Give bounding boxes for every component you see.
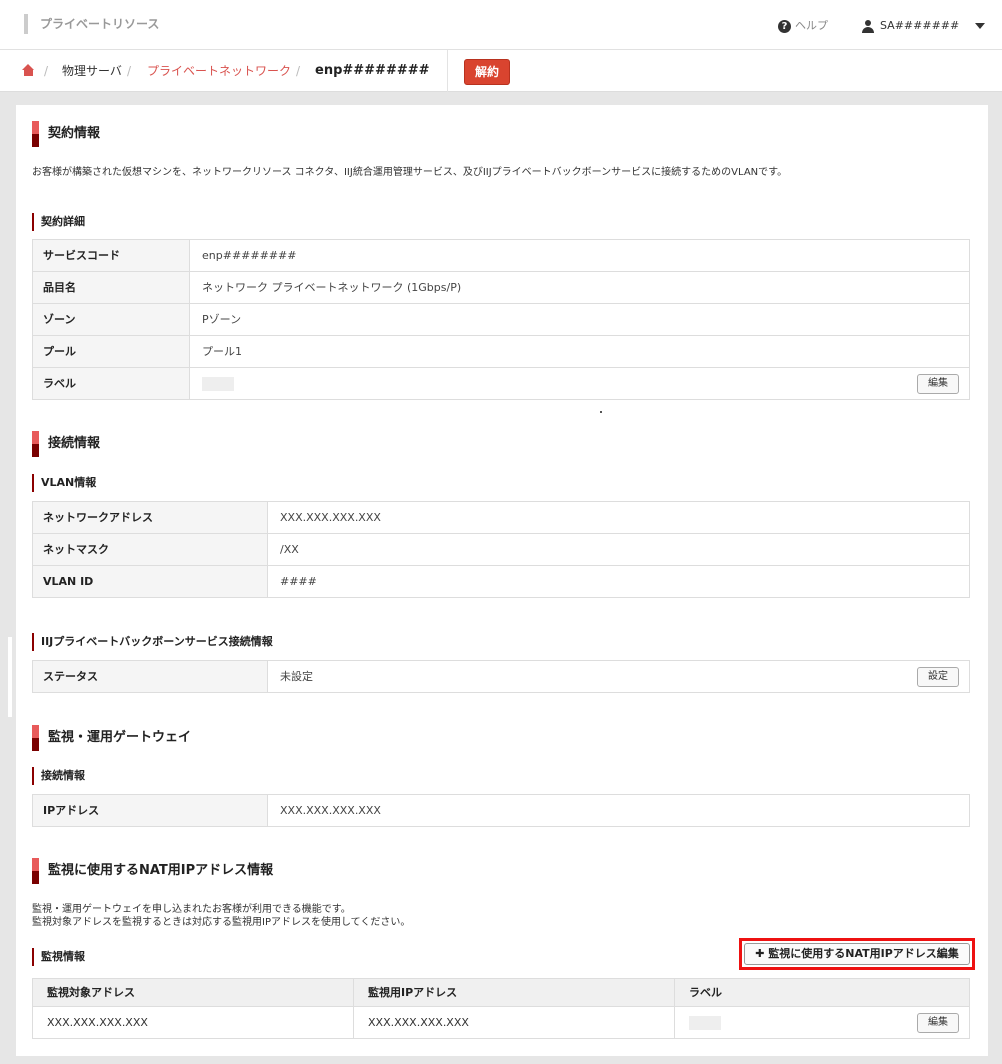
row-label: プール	[33, 336, 190, 367]
column-header: ラベル	[689, 986, 722, 999]
column-header: 監視用IPアドレス	[354, 979, 675, 1006]
row-value	[190, 368, 234, 399]
row-value: プール1	[202, 345, 242, 358]
monitor-target-address: XXX.XXX.XXX.XXX	[33, 1007, 354, 1038]
nat-edit-label: 監視に使用するNAT用IPアドレス編集	[768, 947, 959, 960]
plus-icon: ✚	[755, 947, 769, 960]
breadcrumb-separator: /	[296, 64, 301, 78]
nat-description-2: 監視対象アドレスを監視するときは対応する監視用IPアドレスを使用してください。	[32, 917, 411, 928]
nat-edit-highlight: ✚ 監視に使用するNAT用IPアドレス編集	[739, 938, 975, 970]
user-name: SA#######	[880, 19, 960, 32]
table-row: IPアドレス XXX.XXX.XXX.XXX	[33, 795, 969, 827]
row-label: IPアドレス	[33, 795, 268, 826]
table-row: VLAN ID ####	[33, 566, 969, 598]
row-value: ####	[280, 575, 317, 588]
row-value: ネットワーク プライベートネットワーク (1Gbps/P)	[202, 281, 462, 294]
connection-info-title: 接続情報	[32, 431, 100, 457]
monitor-info-title: 監視情報	[32, 948, 85, 966]
breadcrumb-private-network[interactable]: プライベートネットワーク	[147, 50, 291, 92]
vlan-info-title: VLAN情報	[32, 474, 96, 492]
table-row: 品目名 ネットワーク プライベートネットワーク (1Gbps/P)	[33, 272, 969, 304]
table-row: プール プール1	[33, 336, 969, 368]
help-link[interactable]: ? ヘルプ	[778, 18, 828, 34]
contract-description: お客様が構築された仮想マシンを、ネットワークリソース コネクタ、IIJ統合運用管…	[32, 167, 788, 178]
edit-monitor-button[interactable]: 編集	[917, 1013, 959, 1033]
table-row: ネットマスク /XX	[33, 534, 969, 566]
setting-button[interactable]: 設定	[917, 667, 959, 687]
gateway-connection-title: 接続情報	[32, 767, 85, 785]
breadcrumb-physical-server[interactable]: 物理サーバ	[62, 50, 122, 92]
contract-info-title: 契約情報	[32, 121, 100, 147]
cancel-contract-button[interactable]: 解約	[464, 59, 510, 85]
nat-info-title: 監視に使用するNAT用IPアドレス情報	[32, 858, 273, 884]
breadcrumb-current: enp########	[315, 63, 430, 78]
row-value: Pゾーン	[202, 313, 242, 326]
table-header: 監視対象アドレス 監視用IPアドレス ラベル	[33, 979, 969, 1007]
breadcrumb-home[interactable]	[22, 50, 36, 92]
nat-description-1: 監視・運用ゲートウェイを申し込まれたお客様が利用できる機能です。	[32, 904, 351, 915]
row-label: ラベル	[33, 368, 190, 399]
label-value-blank	[689, 1016, 721, 1030]
breadcrumb-separator: /	[44, 64, 49, 78]
gateway-title: 監視・運用ゲートウェイ	[32, 725, 191, 751]
monitor-table: 監視対象アドレス 監視用IPアドレス ラベル XXX.XXX.XXX.XXX X…	[32, 978, 970, 1039]
table-row: ステータス 未設定 設定	[33, 661, 969, 693]
help-label: ヘルプ	[795, 19, 828, 32]
user-menu[interactable]: SA#######	[862, 18, 986, 34]
contract-detail-table: サービスコード enp######## 品目名 ネットワーク プライベートネット…	[32, 239, 970, 400]
brand-title: プライベートリソース	[24, 14, 159, 34]
top-header: プライベートリソース ? ヘルプ SA#######	[0, 0, 1002, 50]
monitor-ip-address: XXX.XXX.XXX.XXX	[354, 1007, 675, 1038]
row-label: VLAN ID	[33, 566, 268, 597]
home-icon	[22, 64, 35, 76]
row-label: ネットワークアドレス	[33, 502, 268, 533]
row-value: XXX.XXX.XXX.XXX	[280, 804, 381, 817]
vlan-info-table: ネットワークアドレス XXX.XXX.XXX.XXX ネットマスク /XX VL…	[32, 501, 970, 598]
table-row: XXX.XXX.XXX.XXX XXX.XXX.XXX.XXX 編集	[33, 1007, 969, 1039]
chevron-down-icon	[975, 23, 986, 29]
status-value: 未設定	[280, 670, 313, 683]
row-label: ネットマスク	[33, 534, 268, 565]
nat-edit-button[interactable]: ✚ 監視に使用するNAT用IPアドレス編集	[744, 943, 970, 965]
breadcrumb-separator: /	[127, 64, 132, 78]
edit-label-button[interactable]: 編集	[917, 374, 959, 394]
user-icon	[862, 19, 874, 33]
column-header: 監視対象アドレス	[33, 979, 354, 1006]
scroll-indicator	[8, 637, 12, 717]
backbone-info-table: ステータス 未設定 設定	[32, 660, 970, 693]
row-label: サービスコード	[33, 240, 190, 271]
row-value: enp########	[202, 249, 297, 262]
row-label: 品目名	[33, 272, 190, 303]
contract-detail-title: 契約詳細	[32, 213, 85, 231]
row-value: XXX.XXX.XXX.XXX	[280, 511, 381, 524]
gateway-table: IPアドレス XXX.XXX.XXX.XXX	[32, 794, 970, 827]
divider	[600, 411, 602, 413]
table-row: サービスコード enp########	[33, 240, 969, 272]
table-row: ゾーン Pゾーン	[33, 304, 969, 336]
row-label: ゾーン	[33, 304, 190, 335]
row-value: /XX	[280, 543, 299, 556]
table-row: ネットワークアドレス XXX.XXX.XXX.XXX	[33, 502, 969, 534]
help-icon: ?	[778, 19, 791, 33]
divider	[447, 50, 448, 92]
backbone-info-title: IIJプライベートバックボーンサービス接続情報	[32, 633, 273, 651]
row-label: ステータス	[33, 661, 268, 692]
table-row: ラベル 編集	[33, 368, 969, 400]
label-value-blank	[202, 377, 234, 391]
main-content: 契約情報 お客様が構築された仮想マシンを、ネットワークリソース コネクタ、IIJ…	[16, 105, 988, 1056]
